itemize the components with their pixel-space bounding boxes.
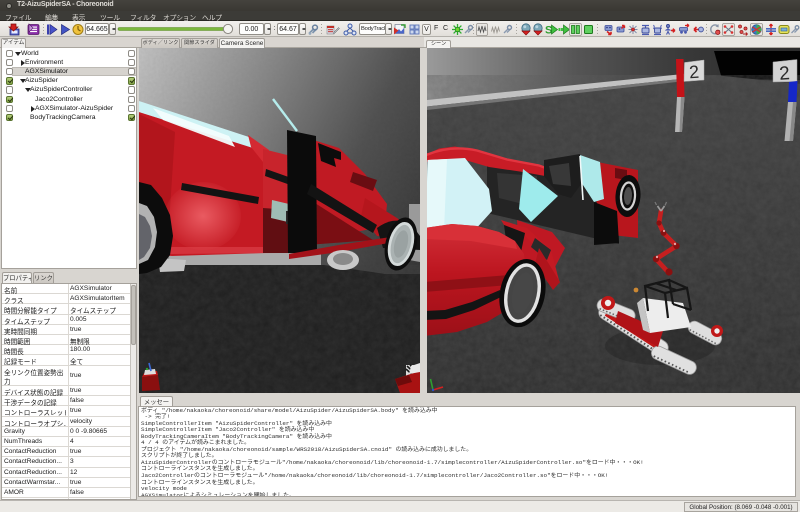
svg-text:2: 2: [778, 63, 790, 85]
svg-text:2: 2: [688, 62, 699, 83]
